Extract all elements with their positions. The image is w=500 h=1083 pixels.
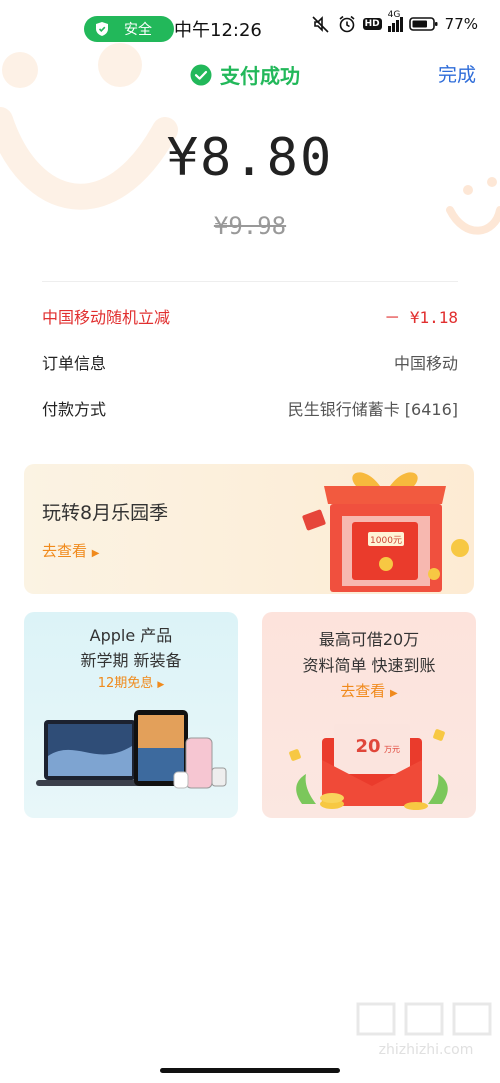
banner-title: 玩转8月乐园季 — [42, 502, 169, 524]
signal-icon: 4G — [387, 10, 403, 32]
payment-method-label: 付款方式 — [42, 400, 107, 419]
paid-amount: ¥8.80 — [166, 128, 334, 188]
alarm-icon — [339, 15, 355, 33]
red-envelope-illustration: 20 万元 — [289, 724, 448, 810]
divider — [42, 281, 458, 282]
order-info-row[interactable]: 订单信息 中国移动 — [42, 348, 458, 376]
check-circle-icon — [190, 64, 212, 85]
triangle-right-icon: ▶ — [157, 680, 165, 690]
apple-promo-card[interactable]: Apple 产品 新学期 新装备 12期免息 ▶ — [24, 612, 238, 818]
shield-icon — [96, 22, 108, 36]
network-type: 4G — [387, 10, 401, 20]
hd-badge: HD — [362, 18, 382, 30]
site-watermark: zhizhizhi.com — [356, 1002, 492, 1058]
loan-card-link[interactable]: 去查看 ▶ — [262, 680, 476, 701]
clock: 中午12:26 — [174, 20, 262, 41]
discount-value: － ¥1.18 — [384, 308, 458, 327]
battery-percent: 77% — [444, 15, 478, 33]
loan-promo-card[interactable]: 最高可借20万 资料简单 快速到账 去查看 ▶ 20 万元 — [262, 612, 476, 818]
original-amount: ¥9.98 — [213, 212, 287, 240]
order-info-value: 中国移动 — [393, 354, 458, 373]
banner-link[interactable]: 去查看 ▶ — [42, 540, 100, 561]
gift-box-illustration: 1000元 — [302, 472, 469, 592]
order-info-label: 订单信息 — [42, 354, 107, 373]
discount-row: 中国移动随机立减 － ¥1.18 — [42, 302, 458, 330]
discount-label: 中国移动随机立减 — [42, 308, 171, 327]
envelope-unit: 万元 — [384, 745, 400, 754]
banner-link-label: 去查看 — [42, 542, 88, 560]
mute-icon — [312, 16, 329, 33]
security-badge[interactable]: 安全 — [84, 16, 174, 42]
loan-card-link-label: 去查看 — [340, 682, 386, 700]
home-indicator[interactable] — [160, 1068, 340, 1073]
battery-icon — [408, 17, 438, 31]
watermark-text: zhizhizhi.com — [379, 1042, 474, 1058]
apple-card-link[interactable]: 12期免息 ▶ — [24, 672, 238, 691]
triangle-right-icon: ▶ — [91, 548, 100, 559]
loan-card-line1: 最高可借20万 — [318, 630, 420, 649]
gift-amount: 1000元 — [370, 536, 402, 546]
triangle-right-icon: ▶ — [390, 688, 398, 699]
apple-products-illustration — [36, 710, 227, 789]
payment-method-row[interactable]: 付款方式 民生银行储蓄卡 [6416] — [42, 394, 458, 422]
payment-status: 支付成功 — [190, 60, 300, 89]
promo-banner[interactable]: 玩转8月乐园季 去查看 ▶ 1000元 — [24, 464, 474, 594]
apple-card-link-label: 12期免息 — [97, 676, 154, 691]
envelope-amount: 20 — [355, 736, 380, 757]
status-icons: HD 4G 77% — [311, 10, 478, 34]
status-title: 支付成功 — [220, 64, 300, 88]
loan-card-line2: 资料简单 快速到账 — [302, 656, 436, 675]
apple-card-line1: Apple 产品 — [89, 626, 173, 645]
apple-card-line2: 新学期 新装备 — [80, 651, 182, 670]
done-button[interactable]: 完成 — [438, 60, 476, 87]
payment-method-value: 民生银行储蓄卡 [6416] — [287, 400, 458, 419]
security-label: 安全 — [124, 22, 152, 38]
